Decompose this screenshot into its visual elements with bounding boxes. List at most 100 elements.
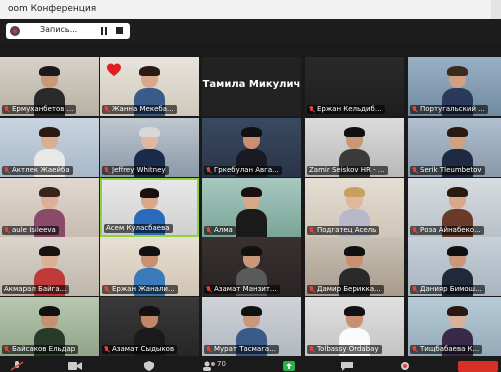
stop-video-button[interactable] xyxy=(68,361,82,371)
participant-name-tag: Жанна Мекеба... xyxy=(102,105,177,114)
participant-tile[interactable]: Подгатец Асель xyxy=(305,178,404,237)
participant-tile[interactable]: Дамир Берикка... xyxy=(305,237,404,296)
participant-name-tag: Актлек Жаейба xyxy=(2,166,73,175)
participant-tile[interactable]: Португальский ... xyxy=(408,57,501,116)
participant-name: Serik Tleumbetov xyxy=(420,166,482,174)
pause-recording-icon[interactable] xyxy=(101,27,108,35)
muted-mic-icon xyxy=(104,167,110,174)
muted-mic-icon xyxy=(309,286,315,293)
participant-name: Гркебулан Авга... xyxy=(214,166,279,174)
participant-tile[interactable]: Актлек Жаейба xyxy=(0,118,99,177)
stop-recording-icon[interactable] xyxy=(116,27,123,34)
mute-button[interactable] xyxy=(10,361,24,371)
security-button[interactable] xyxy=(142,361,156,371)
muted-mic-icon xyxy=(4,167,10,174)
muted-mic-icon xyxy=(309,106,315,113)
participant-tile[interactable]: Байсаков Ельдар xyxy=(0,297,99,356)
recording-indicator: Запись... xyxy=(6,23,130,39)
participant-name: Ержан Жанали... xyxy=(112,285,175,293)
window-title: oom Конференция xyxy=(8,4,97,14)
meeting-toolbar: 70 xyxy=(0,357,501,372)
participant-tile[interactable]: Мурат Тасмага... xyxy=(202,297,301,356)
participant-tile[interactable]: Данияр Бимош... xyxy=(408,237,501,296)
participant-name: Азамат Сыдыков xyxy=(112,345,175,353)
participant-name-tag: Мурат Тасмага... xyxy=(204,345,279,354)
muted-mic-icon xyxy=(206,167,212,174)
participant-name: Жанна Мекеба... xyxy=(112,105,174,113)
participant-tile[interactable]: Алма xyxy=(202,178,301,237)
muted-mic-icon xyxy=(104,286,110,293)
participant-name-tag: Tolbassy Ordabay xyxy=(307,345,382,354)
participant-tile[interactable]: Jeffrey Whitney xyxy=(100,118,199,177)
participant-tile[interactable]: aule Isileeva xyxy=(0,178,99,237)
participant-name: Ермуханбетов ... xyxy=(12,105,74,113)
participant-tile[interactable]: Serik Tleumbetov xyxy=(408,118,501,177)
participant-name: Zamir Seiskov HR - ... xyxy=(309,166,385,174)
participant-tile[interactable]: Акмарал Байга... xyxy=(0,237,99,296)
record-button[interactable] xyxy=(398,361,412,371)
share-screen-button[interactable] xyxy=(282,361,296,371)
participant-name: Jeffrey Whitney xyxy=(112,166,166,174)
chat-button[interactable] xyxy=(340,361,354,371)
participant-tile[interactable]: Tolbassy Ordabay xyxy=(305,297,404,356)
muted-mic-icon xyxy=(206,227,212,234)
participant-tile[interactable]: Асем Куласбаева xyxy=(100,178,199,237)
participant-name-tag: Алма xyxy=(204,226,236,235)
participant-name: Актлек Жаейба xyxy=(12,166,70,174)
participant-tile[interactable]: Азамат Сыдыков xyxy=(100,297,199,356)
participant-name-tag: Jeffrey Whitney xyxy=(102,166,169,175)
meeting-top-bar: Запись... xyxy=(0,19,501,43)
muted-mic-icon xyxy=(4,227,10,234)
participant-name: aule Isileeva xyxy=(12,226,56,234)
participant-name-tag: Дамир Берикка... xyxy=(307,285,384,294)
participant-tile[interactable]: Азамат Манзит... xyxy=(202,237,301,296)
participants-count: 70 xyxy=(217,360,226,368)
participant-name-tag: Ермуханбетов ... xyxy=(2,105,77,114)
muted-mic-icon xyxy=(412,167,418,174)
participant-name: Азамат Манзит... xyxy=(214,285,277,293)
participant-name-tag: Zamir Seiskov HR - ... xyxy=(307,166,388,175)
participant-name: Алма xyxy=(214,226,233,234)
participant-name-tag: Подгатец Асель xyxy=(307,226,380,235)
participant-tile[interactable]: Zamir Seiskov HR - ... xyxy=(305,118,404,177)
participant-name: Роза Айнабеко... xyxy=(420,226,481,234)
participant-name: Португальский ... xyxy=(420,105,485,113)
participants-button[interactable] xyxy=(202,361,216,371)
muted-mic-icon xyxy=(4,106,10,113)
participant-display-name: Тамила Микулич xyxy=(202,79,301,90)
participant-tile[interactable]: Гркебулан Авга... xyxy=(202,118,301,177)
participant-tile[interactable]: Ержан Кельдиб... xyxy=(305,57,404,116)
muted-mic-icon xyxy=(104,346,110,353)
participant-tile[interactable]: Ермуханбетов ... xyxy=(0,57,99,116)
participant-name-tag: Акмарал Байга... xyxy=(2,285,70,294)
participant-name-tag: Ержан Жанали... xyxy=(102,285,178,294)
participant-name: Асем Куласбаева xyxy=(106,224,170,232)
gallery-view-grid: Ермуханбетов ... Жанна Мекеба... Тамила Ми… xyxy=(0,57,501,357)
participant-name: Подгатец Асель xyxy=(317,226,377,234)
muted-mic-icon xyxy=(412,227,418,234)
participant-tile[interactable]: Ержан Жанали... xyxy=(100,237,199,296)
participant-tile[interactable]: Тищбабаева К... xyxy=(408,297,501,356)
participant-name: Ержан Кельдиб... xyxy=(317,105,382,113)
muted-mic-icon xyxy=(412,346,418,353)
participant-name: Тищбабаева К... xyxy=(420,345,480,353)
participant-tile[interactable]: Тамила Микулич xyxy=(202,57,301,116)
participant-name-tag: Ержан Кельдиб... xyxy=(307,105,385,114)
participant-video-figure xyxy=(235,186,268,237)
participant-name-tag: Асем Куласбаева xyxy=(104,224,173,233)
participant-name-tag: Португальский ... xyxy=(410,105,488,114)
participant-name: Данияр Бимош... xyxy=(420,285,482,293)
participant-name: Дамир Берикка... xyxy=(317,285,381,293)
muted-mic-icon xyxy=(206,346,212,353)
heart-reaction-icon xyxy=(107,63,121,76)
participant-tile[interactable]: Жанна Мекеба... xyxy=(100,57,199,116)
window-control[interactable] xyxy=(491,0,501,19)
participant-tile[interactable]: Роза Айнабеко... xyxy=(408,178,501,237)
participant-name-tag: Азамат Манзит... xyxy=(204,285,280,294)
participant-name-tag: Serik Tleumbetov xyxy=(410,166,485,175)
muted-mic-icon xyxy=(4,346,10,353)
participant-name-tag: Тищбабаева К... xyxy=(410,345,483,354)
participant-name: Мурат Тасмага... xyxy=(214,345,276,353)
participant-name-tag: Данияр Бимош... xyxy=(410,285,485,294)
end-meeting-button[interactable] xyxy=(458,361,498,372)
